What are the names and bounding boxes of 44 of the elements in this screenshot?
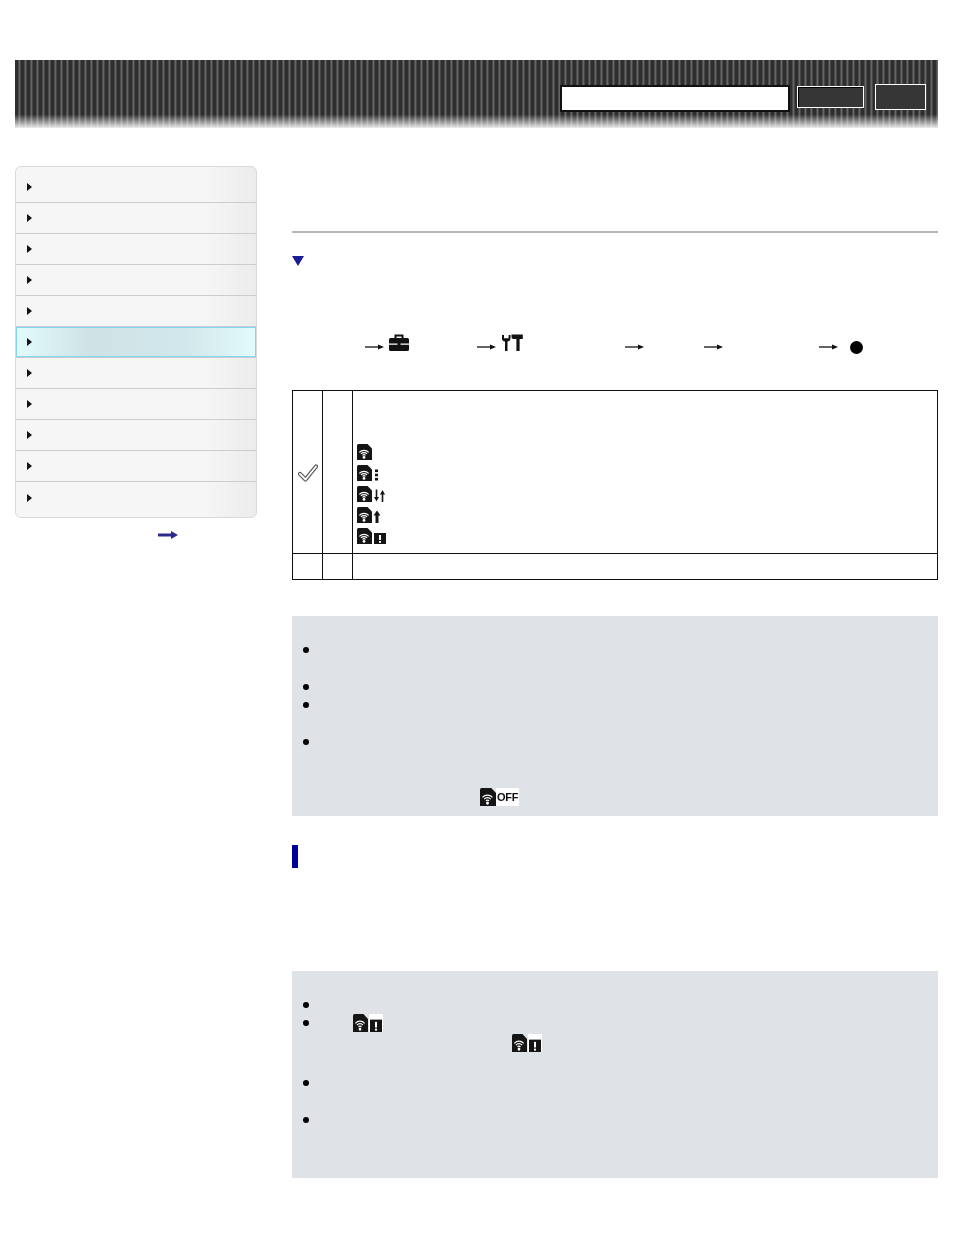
bullet-icon [303, 1117, 309, 1123]
wifi-card-arrows-icon [357, 485, 387, 502]
triangle-icon [27, 462, 32, 470]
off-label: OFF [496, 788, 520, 806]
toolbox-icon [389, 334, 409, 351]
bullet-icon [303, 739, 309, 745]
triangle-icon [27, 431, 32, 439]
triangle-icon[interactable] [292, 256, 304, 266]
arrow-icon [704, 344, 723, 350]
wifi-card-warning-icon [512, 1034, 542, 1052]
triangle-icon [27, 369, 32, 377]
triangle-icon [27, 214, 32, 222]
arrow-icon [365, 344, 384, 350]
wifi-card-icon [357, 443, 373, 460]
bullet-icon [303, 1080, 309, 1086]
triangle-icon [27, 245, 32, 253]
arrow-icon [477, 344, 496, 350]
bullet-icon [303, 647, 309, 653]
bullet-icon [303, 1020, 309, 1026]
tools-icon [501, 334, 523, 351]
wifi-card-warning-icon [353, 1014, 383, 1032]
wifi-card-up-arrow-icon [357, 506, 383, 523]
wifi-card-warning-icon [357, 527, 387, 544]
sidebar-item[interactable] [16, 327, 256, 358]
arrow-icon [625, 344, 644, 350]
dot-icon [850, 340, 863, 354]
triangle-icon [27, 400, 32, 408]
wifi-card-icon [480, 788, 496, 806]
header-button[interactable] [875, 84, 926, 110]
triangle-icon [27, 493, 32, 502]
triangle-icon [27, 276, 32, 284]
bullet-icon [303, 1002, 309, 1008]
wifi-card-dots-icon [357, 464, 379, 481]
triangle-icon [27, 182, 32, 191]
arrow-icon [819, 344, 838, 350]
triangle-icon [27, 338, 32, 346]
bullet-icon [303, 702, 309, 708]
heading-marker [292, 845, 298, 868]
bullet-icon [303, 684, 309, 690]
search-field[interactable] [560, 85, 790, 112]
search-button[interactable] [797, 86, 864, 108]
table-cell [322, 553, 353, 580]
arrow-icon[interactable] [158, 531, 178, 539]
triangle-icon [27, 307, 32, 315]
